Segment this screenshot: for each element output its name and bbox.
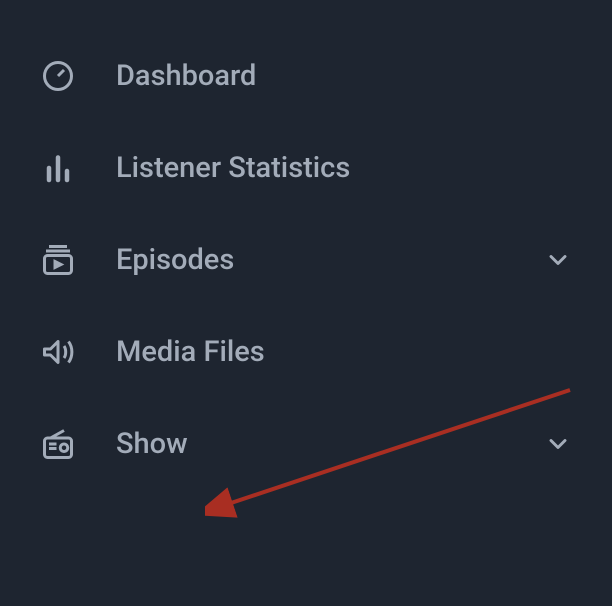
episodes-icon — [40, 242, 76, 278]
sidebar-item-label: Dashboard — [116, 59, 572, 93]
sidebar-item-label: Episodes — [116, 243, 544, 277]
dashboard-icon — [40, 58, 76, 94]
sidebar-item-label: Listener Statistics — [116, 151, 572, 185]
sidebar-item-dashboard[interactable]: Dashboard — [0, 30, 612, 122]
sidebar-item-show[interactable]: Show — [0, 398, 612, 490]
sound-icon — [40, 334, 76, 370]
sidebar-item-episodes[interactable]: Episodes — [0, 214, 612, 306]
sidebar-item-listener-statistics[interactable]: Listener Statistics — [0, 122, 612, 214]
chevron-down-icon — [544, 430, 572, 458]
sidebar-item-label: Show — [116, 427, 544, 461]
sidebar-item-media-files[interactable]: Media Files — [0, 306, 612, 398]
radio-icon — [40, 426, 76, 462]
stats-icon — [40, 150, 76, 186]
sidebar-nav: Dashboard Listener Statistics Episodes — [0, 0, 612, 520]
chevron-down-icon — [544, 246, 572, 274]
sidebar-item-label: Media Files — [116, 335, 572, 369]
